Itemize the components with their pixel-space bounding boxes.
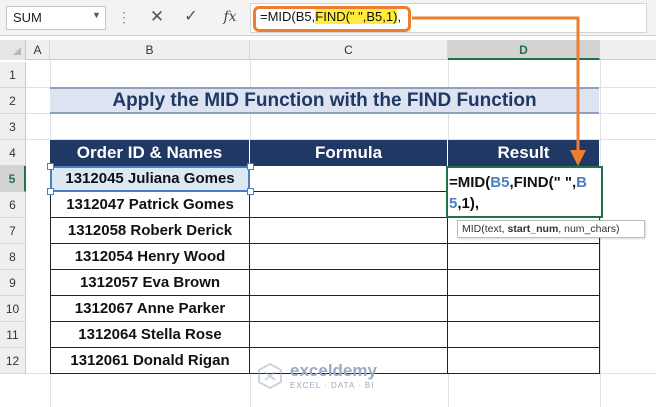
reference-highlight-b5 bbox=[50, 166, 250, 192]
cell-edit-text[interactable]: =MID(B5,FIND(" ",B5,1), bbox=[449, 172, 599, 214]
cell-formula[interactable] bbox=[250, 322, 448, 348]
row-header[interactable]: 3 bbox=[0, 114, 26, 140]
formula-callout-box bbox=[253, 6, 411, 32]
row-header[interactable]: 8 bbox=[0, 244, 26, 270]
row-header[interactable]: 1 bbox=[0, 62, 26, 88]
cell-formula[interactable] bbox=[250, 218, 448, 244]
insert-function-icon[interactable]: fx bbox=[218, 6, 242, 28]
enter-check-icon[interactable]: ✓ bbox=[180, 6, 202, 28]
header-result[interactable]: Result bbox=[448, 140, 600, 166]
watermark-name: exceldemy bbox=[290, 361, 377, 380]
row-header[interactable]: 10 bbox=[0, 296, 26, 322]
function-tooltip[interactable]: MID(text, start_num, num_chars) bbox=[457, 220, 645, 238]
cell-name[interactable]: 1312067 Anne Parker bbox=[50, 296, 250, 322]
cell-formula[interactable] bbox=[250, 192, 448, 218]
cell-name[interactable]: 1312057 Eva Brown bbox=[50, 270, 250, 296]
cell-name[interactable]: 1312058 Roberk Derick bbox=[50, 218, 250, 244]
cell-result[interactable] bbox=[448, 296, 600, 322]
watermark-tagline: EXCEL · DATA · BI bbox=[290, 381, 375, 390]
cell-name[interactable]: 1312054 Henry Wood bbox=[50, 244, 250, 270]
row-header[interactable]: 12 bbox=[0, 348, 26, 374]
column-header-d[interactable]: D bbox=[448, 40, 600, 60]
cell-name[interactable]: 1312064 Stella Rose bbox=[50, 322, 250, 348]
resize-handle[interactable] bbox=[47, 163, 54, 170]
column-header-b[interactable]: B bbox=[50, 40, 250, 60]
column-header-a[interactable]: A bbox=[26, 40, 50, 60]
cell-formula[interactable] bbox=[250, 296, 448, 322]
select-all-triangle-icon bbox=[13, 47, 21, 55]
cell-result[interactable] bbox=[448, 244, 600, 270]
cell-result[interactable] bbox=[448, 348, 600, 374]
cell-formula[interactable] bbox=[250, 270, 448, 296]
chevron-down-icon[interactable]: ▼ bbox=[92, 10, 101, 20]
cancel-icon[interactable]: ✕ bbox=[146, 6, 168, 28]
cell-result[interactable] bbox=[448, 270, 600, 296]
resize-handle[interactable] bbox=[247, 163, 254, 170]
exceldemy-logo-icon bbox=[258, 362, 282, 390]
resize-handle[interactable] bbox=[247, 188, 254, 195]
row-header[interactable]: 6 bbox=[0, 192, 26, 218]
column-header-bar: A B C D bbox=[0, 40, 656, 60]
resize-handle[interactable] bbox=[47, 188, 54, 195]
drag-handle-icon[interactable]: ⋮ bbox=[117, 9, 131, 26]
cell-formula[interactable] bbox=[250, 244, 448, 270]
header-formula[interactable]: Formula bbox=[250, 140, 448, 166]
cell-name[interactable]: 1312047 Patrick Gomes bbox=[50, 192, 250, 218]
row-header[interactable]: 4 bbox=[0, 140, 26, 166]
column-header-c[interactable]: C bbox=[250, 40, 448, 60]
row-header[interactable]: 7 bbox=[0, 218, 26, 244]
sheet-title[interactable]: Apply the MID Function with the FIND Fun… bbox=[50, 87, 599, 114]
cell-name[interactable]: 1312061 Donald Rigan bbox=[50, 348, 250, 374]
header-order-id-names[interactable]: Order ID & Names bbox=[50, 140, 250, 166]
row-header[interactable]: 5 bbox=[0, 166, 26, 192]
row-header[interactable]: 11 bbox=[0, 322, 26, 348]
cell-result[interactable] bbox=[448, 322, 600, 348]
name-box[interactable]: SUM bbox=[6, 6, 106, 30]
cell-formula[interactable] bbox=[250, 166, 448, 192]
row-header[interactable]: 2 bbox=[0, 88, 26, 114]
row-header[interactable]: 9 bbox=[0, 270, 26, 296]
